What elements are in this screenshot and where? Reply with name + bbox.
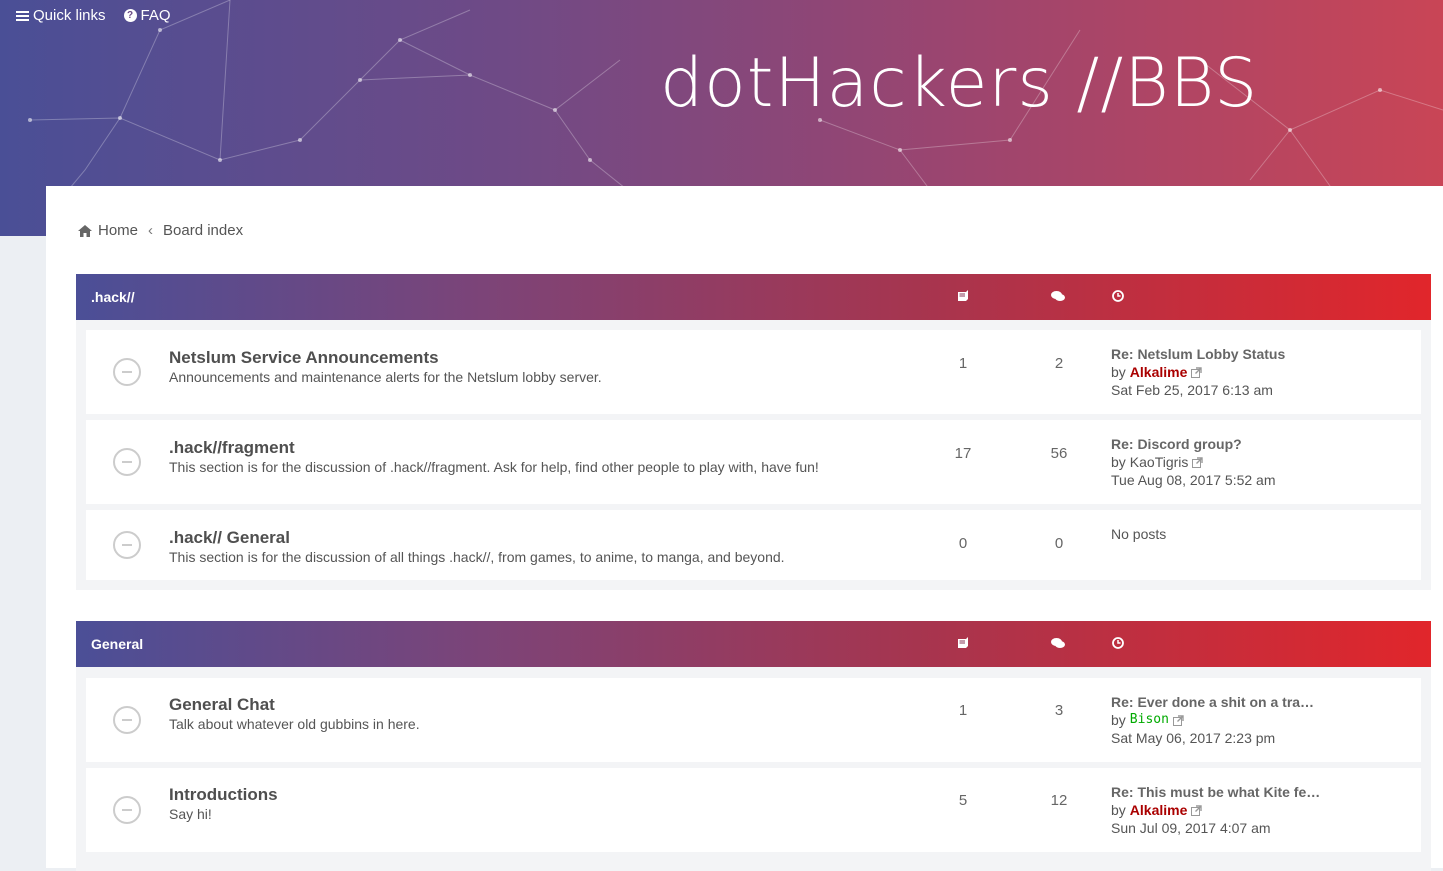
category-general: General General Chat Talk about whatever… bbox=[76, 621, 1431, 871]
last-post: Re: This must be what Kite fe… by Alkali… bbox=[1111, 783, 1320, 837]
last-post-date: Sat Feb 25, 2017 6:13 am bbox=[1111, 382, 1273, 398]
forum-description: Talk about whatever old gubbins in here. bbox=[169, 716, 420, 732]
topics-count: 0 bbox=[958, 535, 968, 552]
last-post-date: Sat May 06, 2017 2:23 pm bbox=[1111, 730, 1276, 746]
book-icon bbox=[958, 637, 968, 648]
forum-read-icon bbox=[113, 796, 141, 824]
last-post-title[interactable]: Re: Netslum Lobby Status bbox=[1111, 345, 1285, 363]
forum-title[interactable]: Introductions bbox=[169, 785, 278, 805]
last-post: Re: Discord group? by KaoTigris Tue Aug … bbox=[1111, 435, 1276, 489]
last-post-author: by Alkalime bbox=[1111, 363, 1285, 381]
forum-title[interactable]: Netslum Service Announcements bbox=[169, 348, 439, 368]
posts-count: 0 bbox=[1054, 535, 1064, 552]
last-post-title[interactable]: Re: Ever done a shit on a tra… bbox=[1111, 693, 1314, 711]
by-label: by bbox=[1111, 364, 1126, 380]
forum-row[interactable]: General Chat Talk about whatever old gub… bbox=[86, 678, 1421, 762]
quick-links-menu[interactable]: Quick links bbox=[16, 7, 106, 24]
breadcrumb-separator: ‹ bbox=[148, 222, 154, 239]
forum-title[interactable]: .hack//fragment bbox=[169, 438, 295, 458]
username-link[interactable]: KaoTigris bbox=[1130, 453, 1189, 471]
book-icon bbox=[958, 290, 968, 301]
last-post-author: by KaoTigris bbox=[1111, 453, 1276, 471]
forum-row[interactable]: .hack//fragment This section is for the … bbox=[86, 420, 1421, 504]
topics-count: 1 bbox=[958, 355, 968, 372]
no-posts-label: No posts bbox=[1111, 526, 1167, 542]
username-link[interactable]: Alkalime bbox=[1130, 801, 1188, 819]
forum-read-icon bbox=[113, 706, 141, 734]
forum-description: Say hi! bbox=[169, 806, 212, 822]
forum-row[interactable]: Introductions Say hi! 5 12 Re: This must… bbox=[86, 768, 1421, 852]
last-post: Re: Ever done a shit on a tra… by Bison … bbox=[1111, 693, 1314, 747]
username-link[interactable]: Bison bbox=[1130, 711, 1169, 729]
category-hack: .hack// Netslum Service Announcements An… bbox=[76, 274, 1431, 590]
posts-count: 12 bbox=[1050, 792, 1068, 809]
breadcrumb: Home ‹ Board index bbox=[78, 222, 243, 239]
topics-count: 17 bbox=[954, 445, 972, 462]
top-nav: Quick links ? FAQ bbox=[16, 7, 171, 24]
breadcrumb-board-index[interactable]: Board index bbox=[163, 222, 243, 239]
username-link[interactable]: Alkalime bbox=[1130, 363, 1188, 381]
posts-count: 2 bbox=[1054, 355, 1064, 372]
category-title[interactable]: .hack// bbox=[91, 289, 135, 305]
category-header: .hack// bbox=[76, 274, 1431, 320]
home-icon bbox=[78, 224, 92, 237]
posts-count: 56 bbox=[1050, 445, 1068, 462]
last-post-date: Sun Jul 09, 2017 4:07 am bbox=[1111, 820, 1271, 836]
forum-description: This section is for the discussion of .h… bbox=[169, 459, 819, 475]
site-title[interactable]: dotHackers //BBS bbox=[660, 44, 1258, 123]
clock-icon bbox=[1112, 290, 1124, 302]
breadcrumb-home[interactable]: Home bbox=[98, 222, 138, 239]
category-header: General bbox=[76, 621, 1431, 667]
by-label: by bbox=[1111, 712, 1126, 728]
quick-links-label: Quick links bbox=[33, 7, 106, 24]
forum-description: Announcements and maintenance alerts for… bbox=[169, 369, 602, 385]
clock-icon bbox=[1112, 637, 1124, 649]
last-post: No posts bbox=[1111, 525, 1166, 543]
forum-read-icon bbox=[113, 358, 141, 386]
forum-read-icon bbox=[113, 531, 141, 559]
comments-icon bbox=[1051, 291, 1065, 301]
last-post-title[interactable]: Re: Discord group? bbox=[1111, 435, 1276, 453]
by-label: by bbox=[1111, 802, 1126, 818]
forum-row[interactable]: Netslum Service Announcements Announceme… bbox=[86, 330, 1421, 414]
external-link-icon[interactable] bbox=[1172, 714, 1184, 726]
topics-count: 1 bbox=[958, 702, 968, 719]
faq-label: FAQ bbox=[140, 7, 171, 24]
comments-icon bbox=[1051, 638, 1065, 648]
by-label: by bbox=[1111, 454, 1126, 470]
forum-title[interactable]: .hack// General bbox=[169, 528, 290, 548]
posts-count: 3 bbox=[1054, 702, 1064, 719]
last-post-author: by Bison bbox=[1111, 711, 1314, 729]
forum-row[interactable]: .hack// General This section is for the … bbox=[86, 510, 1421, 580]
topics-count: 5 bbox=[958, 792, 968, 809]
external-link-icon[interactable] bbox=[1191, 804, 1203, 816]
forum-title[interactable]: General Chat bbox=[169, 695, 275, 715]
bars-icon bbox=[16, 10, 29, 21]
last-post-date: Tue Aug 08, 2017 5:52 am bbox=[1111, 472, 1276, 488]
last-post-author: by Alkalime bbox=[1111, 801, 1320, 819]
forum-description: This section is for the discussion of al… bbox=[169, 549, 785, 565]
forum-read-icon bbox=[113, 448, 141, 476]
category-title[interactable]: General bbox=[91, 636, 143, 652]
external-link-icon[interactable] bbox=[1192, 456, 1204, 468]
faq-link[interactable]: ? FAQ bbox=[123, 7, 171, 24]
question-circle-icon: ? bbox=[123, 9, 137, 22]
external-link-icon[interactable] bbox=[1191, 366, 1203, 378]
last-post-title[interactable]: Re: This must be what Kite fe… bbox=[1111, 783, 1320, 801]
main-panel: Home ‹ Board index .hack// Netslum Servi… bbox=[46, 186, 1443, 871]
last-post: Re: Netslum Lobby Status by Alkalime Sat… bbox=[1111, 345, 1285, 399]
